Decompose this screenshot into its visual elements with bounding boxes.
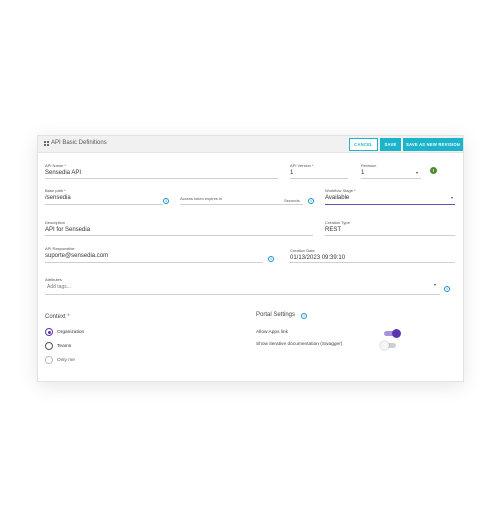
- context-organization-label[interactable]: Organization: [57, 330, 84, 335]
- status-alert-icon: !: [430, 167, 437, 174]
- workflow-stage-chevron-down-icon[interactable]: [451, 197, 453, 199]
- api-name-label: API Name *: [45, 163, 66, 168]
- creation-type-underline: [325, 235, 455, 236]
- workflow-stage-value[interactable]: Available: [325, 195, 356, 201]
- creation-date-underline: [290, 262, 455, 263]
- api-responsible-field[interactable]: API Responsible suporte@sensedia.com: [45, 246, 108, 259]
- base-path-underline: [45, 204, 163, 205]
- access-token-underline: [180, 204, 303, 205]
- api-responsible-value[interactable]: suporte@sensedia.com: [45, 253, 108, 259]
- revision-chevron-down-icon[interactable]: [416, 172, 418, 174]
- creation-type-label: Creation Type: [325, 220, 350, 225]
- allow-apps-link-toggle[interactable]: [384, 329, 401, 338]
- attributes-info-icon[interactable]: i: [444, 286, 450, 292]
- base-path-label: Base path *: [45, 188, 66, 193]
- revision-select[interactable]: Revision 1: [361, 163, 376, 176]
- context-teams-label[interactable]: Teams: [57, 344, 71, 349]
- creation-date-field: Creation Date 01/13/2023 09:39:10: [290, 248, 345, 261]
- description-field[interactable]: Description API for Sensedia: [45, 220, 90, 233]
- creation-date-value: 01/13/2023 09:39:10: [290, 255, 346, 261]
- api-version-value[interactable]: 1: [290, 170, 314, 176]
- access-token-field[interactable]: Access token expires in: [180, 196, 222, 201]
- api-version-underline: [290, 178, 348, 179]
- api-name-value[interactable]: Sensedia API: [45, 170, 81, 176]
- portal-settings-title: Portal Settings: [256, 312, 296, 318]
- grid-icon: [44, 140, 49, 146]
- api-basic-definitions-card: API Basic Definitions CANCEL SAVE SAVE A…: [37, 135, 464, 382]
- context-required-mark: *: [67, 314, 70, 320]
- api-responsible-info-icon[interactable]: i: [268, 256, 274, 262]
- show-iterative-docs-toggle[interactable]: [380, 341, 398, 350]
- access-token-unit: Seconds: [284, 198, 300, 203]
- base-path-value[interactable]: /sensedia: [45, 195, 71, 201]
- access-token-label: Access token expires in: [180, 196, 223, 201]
- attributes-underline: [45, 294, 440, 295]
- context-organization-radio[interactable]: [45, 328, 53, 336]
- context-teams-radio[interactable]: [45, 342, 53, 350]
- base-path-field[interactable]: Base path * /sensedia: [45, 188, 71, 201]
- save-button[interactable]: SAVE: [380, 138, 401, 151]
- cancel-button[interactable]: CANCEL: [349, 138, 378, 151]
- context-title-text: Context: [45, 314, 66, 320]
- base-path-info-icon[interactable]: i: [163, 198, 169, 204]
- allow-apps-link-label: Allow Apps link: [256, 330, 288, 335]
- creation-date-label: Creation Date: [290, 248, 315, 253]
- card-title: API Basic Definitions: [44, 140, 107, 146]
- api-responsible-label: API Responsible: [45, 246, 75, 251]
- context-only-me-label[interactable]: Only me: [57, 358, 75, 363]
- context-only-me-radio[interactable]: [45, 356, 53, 364]
- revision-label: Revision: [361, 163, 377, 168]
- api-version-label: API Version *: [290, 163, 314, 168]
- save-as-new-revision-button[interactable]: SAVE AS NEW REVISION: [403, 138, 463, 151]
- description-value[interactable]: API for Sensedia: [45, 227, 90, 233]
- api-name-underline: [45, 178, 278, 179]
- attributes-field[interactable]: Attributes Add tags...: [45, 277, 71, 290]
- attributes-chevron-down-icon[interactable]: [434, 284, 436, 286]
- context-title: Context *: [45, 314, 70, 320]
- creation-type-field: Creation Type REST: [325, 220, 350, 233]
- card-header: API Basic Definitions CANCEL SAVE SAVE A…: [38, 136, 463, 153]
- attributes-input[interactable]: Add tags...: [47, 284, 71, 290]
- card-title-text: API Basic Definitions: [51, 140, 107, 146]
- revision-value[interactable]: 1: [361, 170, 376, 176]
- description-underline: [45, 235, 313, 236]
- api-responsible-underline: [45, 262, 263, 263]
- description-label: Description: [45, 220, 66, 225]
- revision-underline: [361, 178, 421, 179]
- show-iterative-docs-label: Show iterative documentation (Swagger): [256, 342, 343, 347]
- api-name-field[interactable]: API Name * Sensedia API: [45, 163, 81, 176]
- attributes-label: Attributes: [45, 277, 62, 282]
- workflow-stage-underline: [325, 204, 455, 205]
- creation-type-value: REST: [325, 227, 342, 233]
- portal-settings-info-icon[interactable]: i: [301, 313, 307, 319]
- workflow-stage-select[interactable]: Workflow Stage * Available: [325, 188, 356, 201]
- workflow-stage-label: Workflow Stage *: [325, 188, 356, 193]
- api-version-field[interactable]: API Version * 1: [290, 163, 314, 176]
- access-token-info-icon[interactable]: i: [308, 198, 314, 204]
